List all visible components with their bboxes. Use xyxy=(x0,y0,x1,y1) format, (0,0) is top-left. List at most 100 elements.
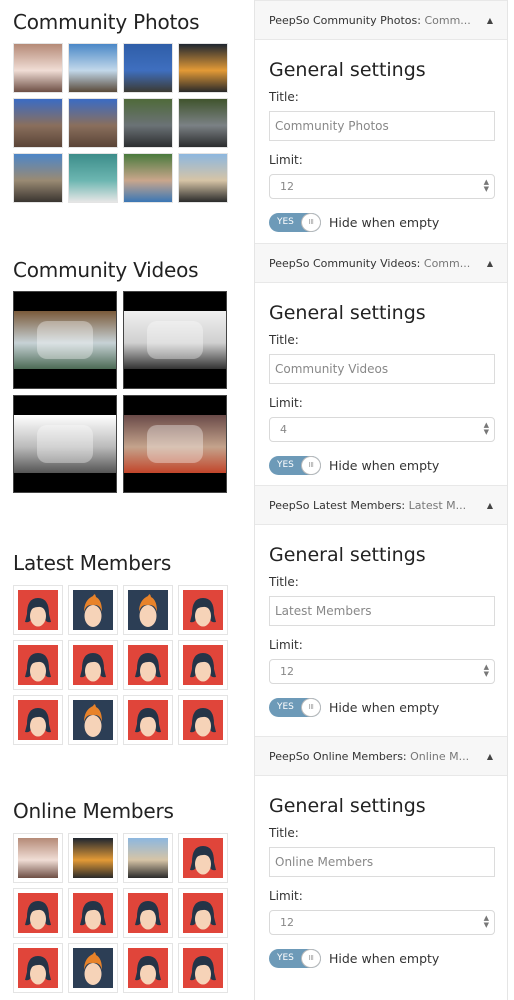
play-icon xyxy=(37,321,93,359)
collapse-icon[interactable]: ▲ xyxy=(487,501,493,510)
member-avatar[interactable] xyxy=(13,640,63,690)
toggle-state: YES xyxy=(277,459,294,470)
collapse-icon[interactable]: ▲ xyxy=(487,16,493,25)
spinner-icon: ▲ ▼ xyxy=(483,663,489,678)
member-avatar[interactable] xyxy=(68,695,118,745)
toggle-state: YES xyxy=(277,701,294,712)
title-input[interactable]: Community Videos xyxy=(269,354,495,384)
play-icon xyxy=(37,425,93,463)
member-avatar[interactable] xyxy=(178,833,228,883)
limit-label: Limit: xyxy=(269,396,303,410)
limit-value: 12 xyxy=(280,180,294,193)
panel-header-title: PeepSo Community Photos: Comm... xyxy=(269,13,471,27)
section-title: General settings xyxy=(269,59,426,81)
title-input[interactable]: Latest Members xyxy=(269,596,495,626)
panel-header[interactable]: PeepSo Community Videos: Comm... ▲ xyxy=(255,243,507,283)
member-avatar[interactable] xyxy=(178,585,228,635)
photo-thumbnail[interactable] xyxy=(68,43,118,93)
panel-header-title: PeepSo Online Members: Online M... xyxy=(269,749,470,763)
collapse-icon[interactable]: ▲ xyxy=(487,259,493,268)
video-thumbnail[interactable] xyxy=(123,291,227,389)
photo-grid xyxy=(13,43,228,203)
member-avatar[interactable] xyxy=(178,695,228,745)
limit-select[interactable]: 4 ▲ ▼ xyxy=(269,417,495,442)
member-avatar[interactable] xyxy=(123,943,173,993)
female-avatar-icon xyxy=(18,700,58,740)
photo-thumbnail[interactable] xyxy=(178,43,228,93)
title-input[interactable]: Community Photos xyxy=(269,111,495,141)
online-members-settings-panel: PeepSo Online Members: Online M... ▲ Gen… xyxy=(254,736,508,1000)
avatar-photo xyxy=(73,838,113,878)
photo-thumbnail[interactable] xyxy=(68,153,118,203)
toggle-state: YES xyxy=(277,216,294,227)
video-thumbnail[interactable] xyxy=(13,395,117,493)
female-avatar-icon xyxy=(128,645,168,685)
video-grid xyxy=(13,291,228,493)
title-label: Title: xyxy=(269,575,299,589)
member-avatar[interactable] xyxy=(68,833,118,883)
member-avatar[interactable] xyxy=(13,585,63,635)
limit-select[interactable]: 12 ▲ ▼ xyxy=(269,174,495,199)
photo-thumbnail[interactable] xyxy=(178,98,228,148)
photo-thumbnail[interactable] xyxy=(13,43,63,93)
member-avatar[interactable] xyxy=(68,888,118,938)
toggle-grip-icon: III xyxy=(301,455,321,475)
female-avatar-icon xyxy=(183,590,223,630)
title-input[interactable]: Online Members xyxy=(269,847,495,877)
widget-title: Community Photos xyxy=(13,10,200,34)
photo-thumbnail[interactable] xyxy=(123,153,173,203)
section-title: General settings xyxy=(269,795,426,817)
member-avatar[interactable] xyxy=(13,833,63,883)
member-avatar[interactable] xyxy=(178,888,228,938)
photo-thumbnail[interactable] xyxy=(123,98,173,148)
photo-thumbnail[interactable] xyxy=(68,98,118,148)
limit-value: 12 xyxy=(280,665,294,678)
section-title: General settings xyxy=(269,302,426,324)
photo-thumbnail[interactable] xyxy=(13,98,63,148)
female-avatar-icon xyxy=(128,700,168,740)
video-thumbnail[interactable] xyxy=(123,395,227,493)
member-grid xyxy=(13,585,228,745)
member-avatar[interactable] xyxy=(13,943,63,993)
title-label: Title: xyxy=(269,826,299,840)
latest-members-widget: Latest Members xyxy=(13,551,228,745)
member-avatar[interactable] xyxy=(68,640,118,690)
photo-thumbnail[interactable] xyxy=(123,43,173,93)
hide-when-empty-toggle[interactable]: YES III xyxy=(269,948,321,968)
member-avatar[interactable] xyxy=(123,640,173,690)
member-avatar[interactable] xyxy=(68,585,118,635)
hide-when-empty-toggle[interactable]: YES III xyxy=(269,212,321,232)
hide-when-empty-toggle[interactable]: YES III xyxy=(269,697,321,717)
panel-header[interactable]: PeepSo Community Photos: Comm... ▲ xyxy=(255,0,507,40)
member-avatar[interactable] xyxy=(123,695,173,745)
play-icon xyxy=(147,321,203,359)
collapse-icon[interactable]: ▲ xyxy=(487,752,493,761)
female-avatar-icon xyxy=(183,645,223,685)
panel-header-title: PeepSo Latest Members: Latest M... xyxy=(269,498,467,512)
section-title: General settings xyxy=(269,544,426,566)
panel-header[interactable]: PeepSo Online Members: Online M... ▲ xyxy=(255,736,507,776)
panel-header[interactable]: PeepSo Latest Members: Latest M... ▲ xyxy=(255,485,507,525)
limit-select[interactable]: 12 ▲ ▼ xyxy=(269,910,495,935)
male-avatar-icon xyxy=(128,590,168,630)
widget-title: Online Members xyxy=(13,799,174,823)
toggle-grip-icon: III xyxy=(301,697,321,717)
member-avatar[interactable] xyxy=(123,888,173,938)
toggle-label: Hide when empty xyxy=(329,950,440,966)
video-thumbnail[interactable] xyxy=(13,291,117,389)
toggle-label: Hide when empty xyxy=(329,457,440,473)
photo-thumbnail[interactable] xyxy=(13,153,63,203)
member-avatar[interactable] xyxy=(13,695,63,745)
limit-select[interactable]: 12 ▲ ▼ xyxy=(269,659,495,684)
female-avatar-icon xyxy=(18,948,58,988)
member-avatar[interactable] xyxy=(123,585,173,635)
member-avatar[interactable] xyxy=(178,640,228,690)
member-avatar[interactable] xyxy=(123,833,173,883)
hide-when-empty-toggle[interactable]: YES III xyxy=(269,455,321,475)
member-avatar[interactable] xyxy=(13,888,63,938)
limit-value: 4 xyxy=(280,423,287,436)
member-avatar[interactable] xyxy=(178,943,228,993)
member-avatar[interactable] xyxy=(68,943,118,993)
photo-thumbnail[interactable] xyxy=(178,153,228,203)
limit-label: Limit: xyxy=(269,638,303,652)
